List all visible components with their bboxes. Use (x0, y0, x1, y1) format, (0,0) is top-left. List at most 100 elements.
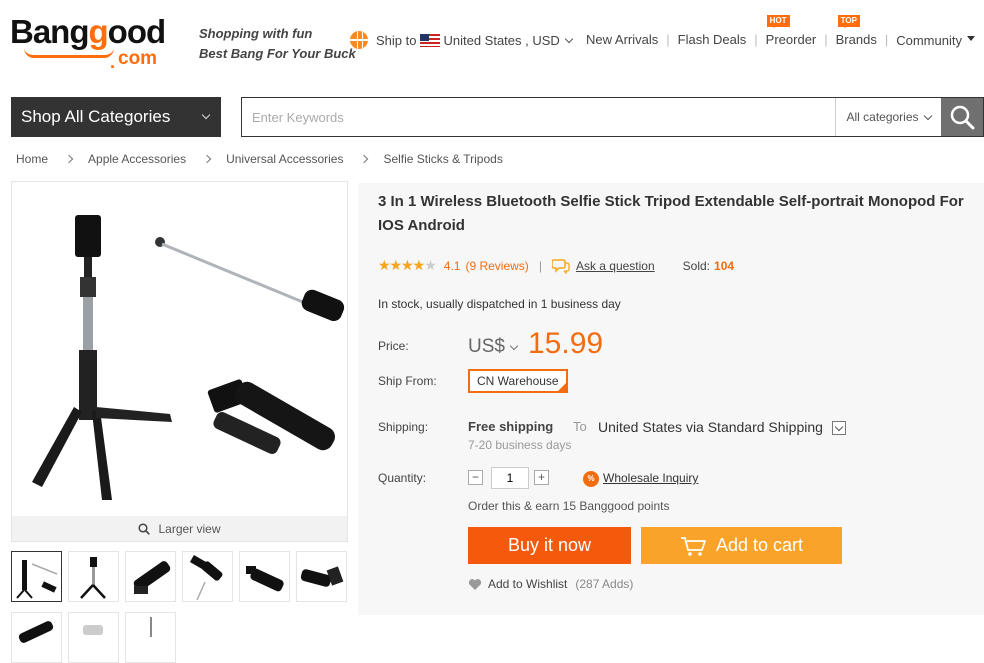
chevron-right-icon (202, 154, 212, 164)
nav-divider: | (666, 32, 670, 47)
product-thumbnail[interactable] (68, 612, 119, 663)
us-flag-icon (420, 33, 441, 47)
chevron-down-icon (923, 111, 932, 120)
chevron-right-icon (64, 154, 74, 164)
thumbnail-image (189, 555, 223, 601)
warehouse-label: CN Warehouse (477, 374, 559, 388)
thumbnail-image (300, 566, 344, 587)
larger-view-button[interactable]: Larger view (12, 516, 347, 541)
nav-brands[interactable]: TOP Brands (835, 15, 877, 47)
wishlist-count: (287 Adds) (575, 577, 634, 591)
sold-count: 104 (714, 258, 735, 273)
breadcrumb-universal-accessories[interactable]: Universal Accessories (226, 152, 343, 166)
ship-from-label: Ship From: (378, 374, 437, 388)
percent-icon: % (583, 471, 599, 487)
shipping-label: Shipping: (378, 420, 429, 434)
logo-wordmark: Banggood (10, 13, 166, 50)
product-thumbnail[interactable] (11, 551, 62, 602)
rating-stars: ★★★★★★★★★★ (378, 257, 437, 273)
shipping-method-dropdown[interactable] (832, 421, 846, 435)
tagline-line1: Shopping with fun (199, 26, 313, 41)
shipping-to: To (573, 419, 587, 434)
thumbnail-image (16, 560, 58, 599)
breadcrumb-apple-accessories[interactable]: Apple Accessories (88, 152, 186, 166)
logo-smile (24, 48, 114, 58)
thumbnail-image (83, 625, 103, 635)
logo-domain: com (118, 48, 158, 69)
nav-divider: | (754, 32, 758, 47)
add-to-wishlist-button[interactable]: Add to Wishlist (287 Adds) (468, 577, 633, 591)
ship-to-label: Ship to (376, 32, 417, 48)
product-thumbnail[interactable] (68, 551, 119, 602)
shop-all-categories-button[interactable]: Shop All Categories (11, 97, 221, 137)
breadcrumb-selfie-sticks[interactable]: Selfie Sticks & Tripods (383, 152, 502, 166)
nav-divider: | (884, 32, 889, 47)
price-label: Price: (378, 339, 409, 353)
chevron-down-icon (564, 34, 574, 43)
breadcrumb-home[interactable]: Home (16, 152, 48, 166)
thumbnail-image (18, 621, 54, 643)
points-info: Order this & earn 15 Banggood points (468, 499, 670, 513)
thumbnail-image (80, 557, 106, 599)
product-thumbnail[interactable] (182, 551, 233, 602)
nav-flash-deals[interactable]: Flash Deals (678, 32, 747, 47)
product-thumbnail[interactable] (125, 551, 176, 602)
quantity-increase-button[interactable]: + (534, 470, 549, 485)
heart-icon (468, 578, 482, 590)
thumbnail-image (246, 566, 284, 592)
free-shipping: Free shipping (468, 419, 554, 434)
quantity-label: Quantity: (378, 471, 427, 485)
product-thumbnail[interactable] (11, 612, 62, 663)
thumbnail-image (133, 561, 171, 594)
search-icon (950, 105, 975, 130)
nav-community[interactable]: Community (896, 31, 975, 48)
shipping-destination: United States via Standard Shipping (598, 419, 823, 435)
rating-score: 4.1 (443, 258, 461, 273)
caret-down-icon (966, 36, 975, 45)
search-input[interactable] (242, 98, 835, 136)
tagline-line2: Best Bang For Your Buck (199, 46, 356, 61)
logo-dot: . (110, 52, 116, 72)
product-main-image[interactable] (11, 181, 348, 542)
ship-to-selector[interactable]: Ship to United States , USD (350, 31, 574, 49)
product-thumbnail[interactable] (125, 612, 176, 663)
reviews-link[interactable]: (9 Reviews) (465, 259, 528, 273)
cart-icon (680, 536, 706, 556)
nav-community-label: Community (896, 33, 962, 48)
hot-badge: HOT (766, 15, 790, 28)
product-title: 3 In 1 Wireless Bluetooth Selfie Stick T… (378, 193, 964, 234)
stock-status: In stock, usually dispatched in 1 busine… (378, 297, 621, 311)
currency-selector[interactable]: US$ (468, 336, 519, 358)
breadcrumb: Home Apple Accessories Universal Accesso… (16, 152, 503, 166)
nav-preorder[interactable]: HOT Preorder (766, 15, 816, 47)
sold-label: Sold: (682, 258, 711, 273)
chevron-down-icon (201, 110, 211, 120)
quantity-input[interactable] (491, 467, 529, 489)
buy-now-button[interactable]: Buy it now (468, 527, 631, 564)
ask-question-link[interactable]: Ask a question (576, 259, 655, 273)
rating-row: ★★★★★★★★★★ 4.1 (9 Reviews) | Ask a quest… (378, 257, 734, 274)
wholesale-inquiry-link[interactable]: Wholesale Inquiry (603, 471, 698, 485)
product-thumbnail[interactable] (296, 551, 347, 602)
search-button[interactable] (941, 98, 983, 136)
banggood-logo[interactable]: Banggood . com (10, 13, 190, 73)
selfie-stick-tripod-image (32, 215, 345, 500)
warehouse-option[interactable]: CN Warehouse (468, 369, 568, 393)
buy-now-label: Buy it now (507, 535, 592, 555)
magnifier-icon (138, 522, 151, 535)
nav-brands-label: Brands (835, 32, 877, 47)
delivery-days: 7-20 business days (468, 438, 572, 452)
chat-bubble-icon (551, 258, 570, 274)
add-to-cart-button[interactable]: Add to cart (641, 527, 842, 564)
shop-all-label: Shop All Categories (21, 107, 171, 126)
product-thumbnail[interactable] (239, 551, 290, 602)
search-bar: All categories (241, 97, 984, 137)
quantity-decrease-button[interactable]: − (468, 470, 483, 485)
ship-to-country: United States , USD (443, 32, 560, 48)
nav-divider: | (824, 32, 828, 47)
category-select[interactable]: All categories (835, 98, 941, 136)
nav-new-arrivals[interactable]: New Arrivals (586, 32, 658, 47)
chevron-down-icon (509, 341, 519, 351)
add-to-cart-label: Add to cart (715, 535, 804, 555)
divider: | (538, 258, 542, 273)
